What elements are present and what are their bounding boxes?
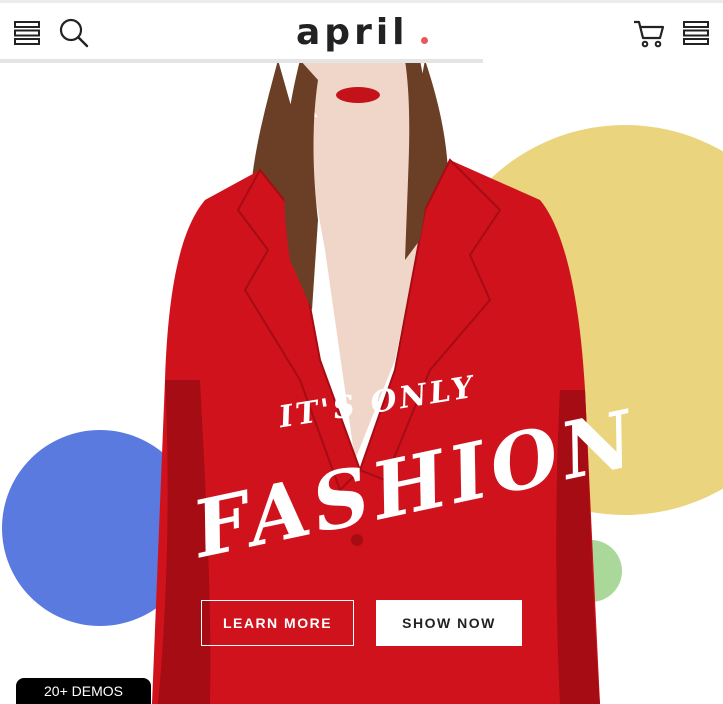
logo-dot bbox=[421, 37, 428, 44]
page: april IT'S ONLY FASHION LEARN MORE SHOW … bbox=[0, 0, 723, 704]
search-icon[interactable] bbox=[58, 17, 90, 54]
site-logo[interactable]: april bbox=[296, 11, 409, 55]
cart-icon[interactable] bbox=[632, 19, 666, 54]
hero-banner: IT'S ONLY FASHION bbox=[0, 60, 723, 704]
learn-more-button[interactable]: LEARN MORE bbox=[201, 600, 354, 646]
demos-badge[interactable]: 20+ DEMOS bbox=[16, 678, 151, 704]
show-now-button[interactable]: SHOW NOW bbox=[376, 600, 522, 646]
account-menu-icon[interactable] bbox=[683, 21, 709, 50]
menu-icon[interactable] bbox=[14, 21, 40, 50]
header-underline bbox=[0, 59, 483, 63]
site-header: april bbox=[0, 3, 723, 60]
model-image bbox=[152, 60, 600, 704]
